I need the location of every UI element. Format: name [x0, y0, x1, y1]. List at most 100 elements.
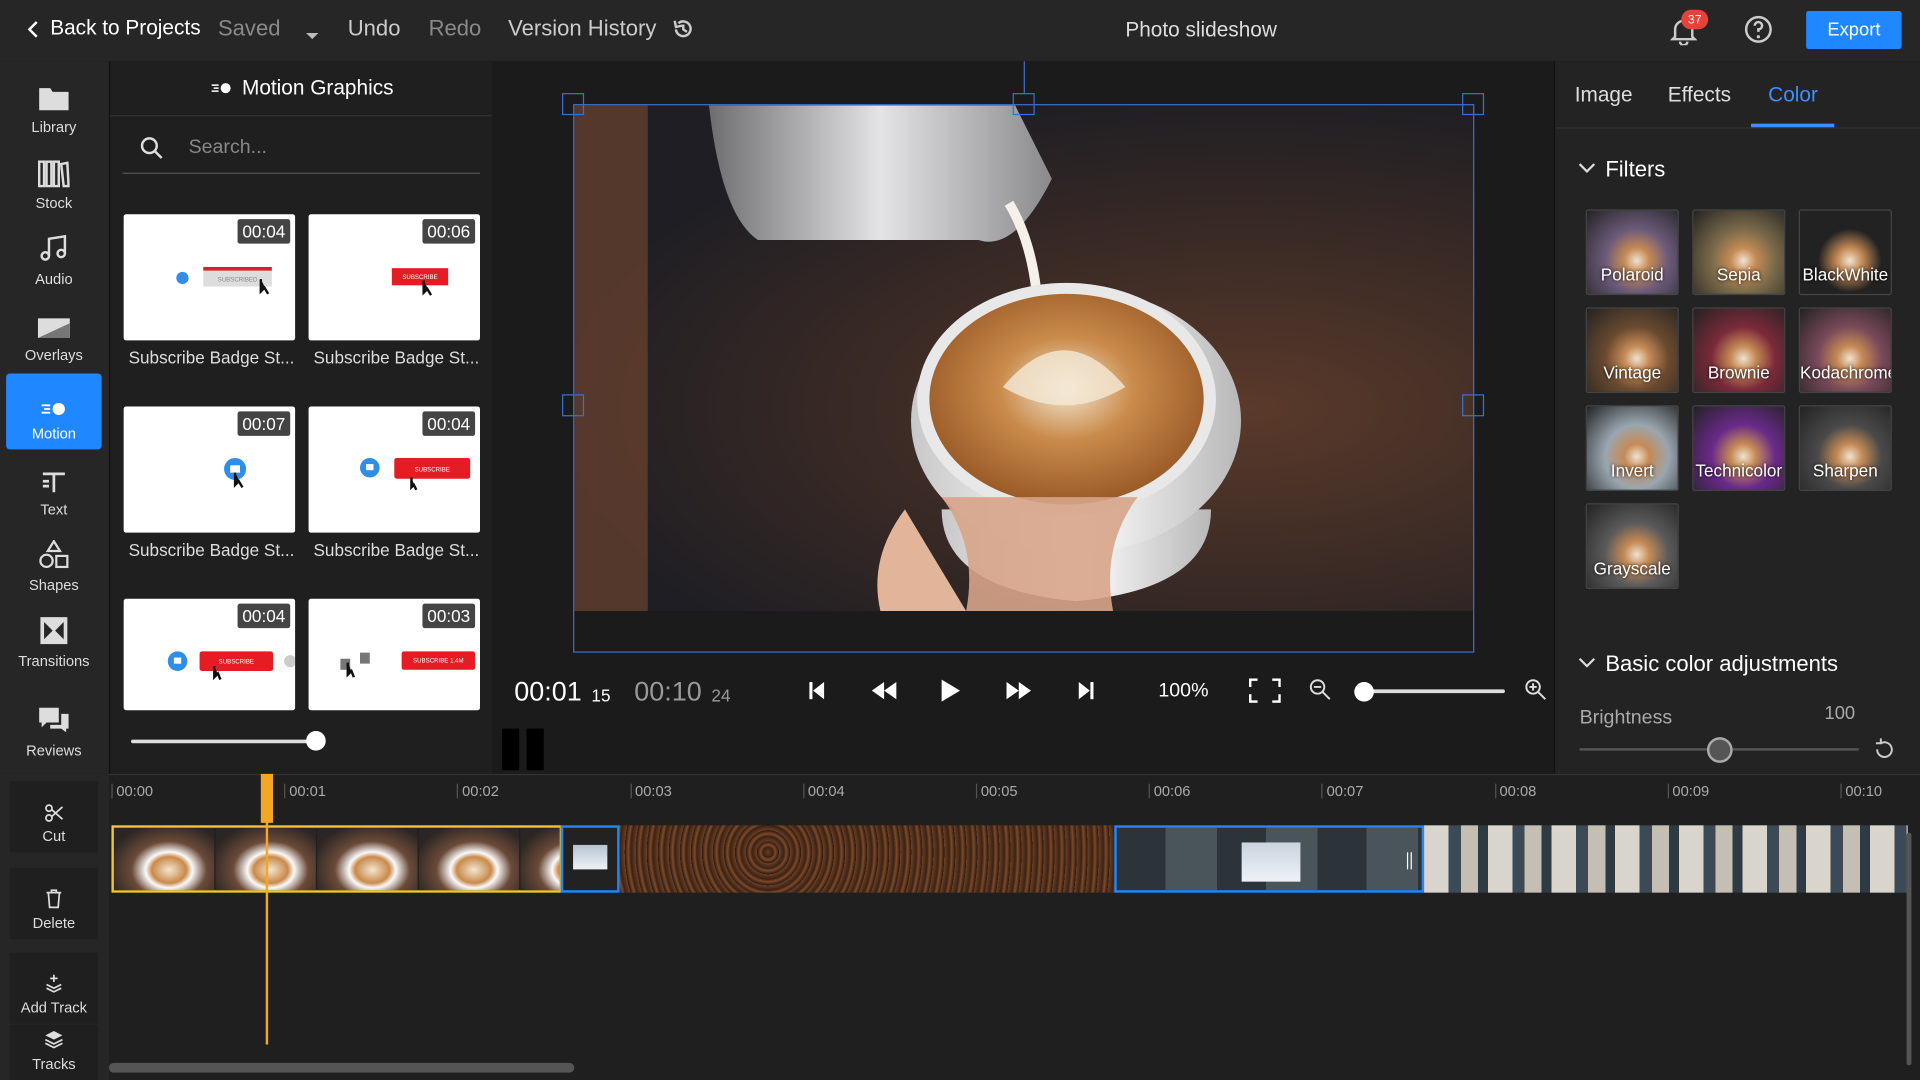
undo-button[interactable]: Undo: [348, 16, 401, 42]
thumb-text: SUBSCRIBE: [415, 466, 450, 473]
playhead-line: [265, 820, 268, 1045]
skip-to-start-icon[interactable]: [808, 681, 825, 701]
help-icon[interactable]: [1744, 15, 1773, 51]
motion-item-label[interactable]: Subscribe Badge St...: [129, 540, 300, 560]
delete-button[interactable]: Delete: [9, 868, 98, 940]
rail-item-label: Shapes: [28, 576, 79, 594]
zoom-slider[interactable]: [1354, 689, 1505, 694]
motion-item-thumb[interactable]: 00:04 SUBSCRIBE: [123, 598, 296, 711]
resize-handle[interactable]: [1462, 93, 1485, 116]
clip-latte[interactable]: [111, 825, 563, 893]
resize-handle[interactable]: [1462, 394, 1485, 417]
filter-sepia[interactable]: Sepia: [1692, 209, 1786, 296]
cut-button[interactable]: Cut: [9, 781, 98, 853]
tab-effects[interactable]: Effects: [1668, 83, 1731, 107]
motion-item-thumb[interactable]: 00:06 SUBSCRIBE: [308, 214, 481, 341]
filter-invert[interactable]: Invert: [1585, 405, 1679, 492]
fullscreen-icon[interactable]: [1248, 678, 1281, 703]
export-button[interactable]: Export: [1806, 11, 1902, 49]
zoom-level[interactable]: 100%: [1158, 681, 1208, 703]
vertical-scrollbar[interactable]: [1906, 832, 1912, 1066]
back-to-projects-link[interactable]: Back to Projects: [50, 16, 200, 40]
redo-button[interactable]: Redo: [429, 16, 482, 42]
transition-clip[interactable]: [560, 825, 620, 893]
add-track-button[interactable]: Add Track: [9, 952, 98, 1024]
rail-item-shapes[interactable]: Shapes: [6, 525, 102, 601]
chevron-down-icon[interactable]: [1578, 162, 1596, 174]
tool-label: Cut: [42, 827, 66, 845]
rail-item-reviews[interactable]: Reviews: [6, 691, 102, 767]
tab-color[interactable]: Color: [1768, 83, 1818, 107]
thumbnail-size-slider-knob[interactable]: [306, 731, 326, 751]
resize-handle[interactable]: [562, 93, 585, 116]
horizontal-scrollbar[interactable]: [108, 1062, 575, 1073]
motion-item-label[interactable]: Subscribe Badge St...: [313, 540, 484, 560]
rail-item-audio[interactable]: Audio: [6, 219, 102, 295]
motion-item-thumb[interactable]: 00:04 SUBSCRIBE: [308, 406, 481, 533]
selection-frame[interactable]: [562, 93, 1485, 653]
filter-label: Invert: [1610, 460, 1654, 481]
search-input[interactable]: [188, 133, 471, 163]
duration-badge: 00:07: [237, 411, 291, 436]
clip-street-cafe[interactable]: [1424, 825, 1908, 893]
duration-badge: 00:06: [422, 219, 476, 244]
history-icon[interactable]: [671, 17, 695, 48]
motion-item-thumb[interactable]: 00:03 SUBSCRIBE 1.4M: [308, 598, 481, 711]
reset-icon[interactable]: [1872, 737, 1896, 761]
chevron-left-icon[interactable]: [27, 20, 39, 46]
rail-item-text[interactable]: Text: [6, 449, 102, 525]
clip-coffee-beans[interactable]: [619, 825, 1115, 893]
tool-label: Delete: [32, 914, 76, 932]
clip-frame: [520, 827, 560, 891]
rail-item-library[interactable]: Library: [6, 67, 102, 143]
tab-image[interactable]: Image: [1575, 83, 1633, 107]
brightness-slider-knob[interactable]: [1706, 737, 1733, 763]
filter-grayscale[interactable]: Grayscale: [1585, 503, 1679, 589]
filter-sharpen[interactable]: Sharpen: [1798, 405, 1892, 492]
resize-handle[interactable]: [1012, 93, 1035, 116]
tracks-button[interactable]: Tracks: [9, 1024, 98, 1080]
version-history-button[interactable]: Version History: [508, 16, 656, 42]
motion-item-label[interactable]: Subscribe Badge St...: [313, 348, 484, 368]
filter-label: BlackWhite: [1802, 264, 1889, 285]
chevron-down-icon[interactable]: [1578, 656, 1596, 668]
fast-forward-icon[interactable]: [1005, 682, 1032, 700]
rail-item-motion[interactable]: Motion: [6, 373, 102, 450]
clip-cafe[interactable]: [1114, 825, 1425, 893]
filters-section-title[interactable]: Filters: [1605, 157, 1665, 183]
rail-item-label: Reviews: [26, 742, 82, 760]
thumbnail-size-slider[interactable]: [131, 739, 321, 744]
motion-item-label[interactable]: Subscribe Badge St...: [129, 348, 300, 368]
duration-badge: 00:04: [237, 603, 291, 629]
project-title[interactable]: Photo slideshow: [1125, 18, 1277, 42]
time-tick: 00:04: [803, 783, 845, 799]
filter-blackwhite[interactable]: BlackWhite: [1798, 209, 1892, 296]
chevron-down-icon[interactable]: [305, 22, 320, 48]
left-rail: Library Stock Audio Overlays Motion Text…: [0, 61, 109, 774]
filter-technicolor[interactable]: Technicolor: [1692, 405, 1786, 492]
brightness-value: 100: [1824, 702, 1856, 724]
zoom-in-icon[interactable]: [1525, 678, 1547, 700]
playhead-handle[interactable]: [260, 773, 273, 823]
music-icon: [40, 234, 67, 261]
filter-brownie[interactable]: Brownie: [1692, 307, 1786, 394]
rail-item-overlays[interactable]: Overlays: [6, 295, 102, 371]
filter-vintage[interactable]: Vintage: [1585, 307, 1679, 394]
rewind-icon[interactable]: [871, 682, 898, 700]
skip-to-end-icon[interactable]: [1078, 681, 1095, 701]
time-tick: 00:05: [975, 783, 1018, 799]
zoom-slider-knob[interactable]: [1354, 682, 1374, 702]
resize-handle[interactable]: [562, 394, 585, 417]
filter-kodachrome[interactable]: Kodachrome: [1798, 307, 1892, 394]
motion-item-thumb[interactable]: 00:07: [123, 406, 296, 533]
play-icon[interactable]: [939, 678, 961, 702]
rail-item-transitions[interactable]: Transitions: [6, 601, 102, 677]
basic-adjustments-title[interactable]: Basic color adjustments: [1605, 651, 1838, 677]
search-box[interactable]: [122, 122, 481, 174]
filter-polaroid[interactable]: Polaroid: [1585, 209, 1679, 296]
motion-icon: [211, 83, 231, 94]
zoom-out-icon[interactable]: [1309, 678, 1331, 700]
motion-item-thumb[interactable]: 00:04 SUBSCRIBED: [123, 214, 296, 341]
time-tick: 00:09: [1667, 783, 1709, 799]
rail-item-stock[interactable]: Stock: [6, 143, 102, 219]
